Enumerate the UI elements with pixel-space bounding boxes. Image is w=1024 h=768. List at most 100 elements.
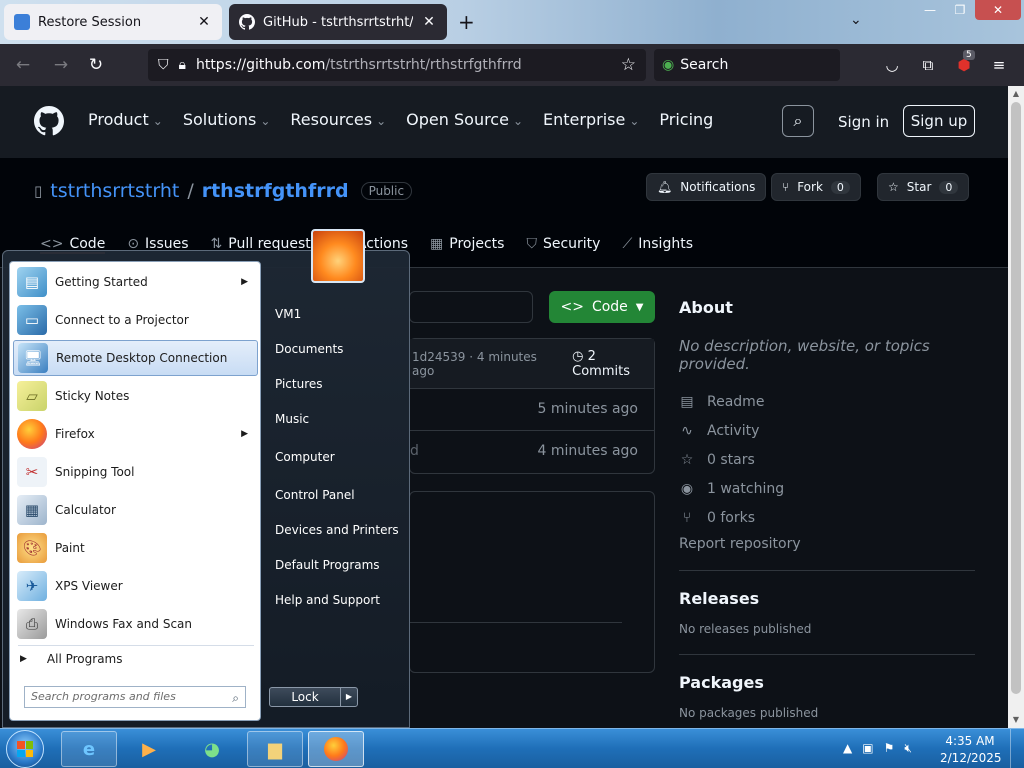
show-hidden-icons-icon[interactable]: ▲ xyxy=(843,741,852,756)
submenu-arrow-icon[interactable]: ▶ xyxy=(241,429,248,439)
watching-link[interactable]: ◉ 1 watching xyxy=(679,474,979,503)
menu-icon[interactable]: ≡ xyxy=(988,54,1010,76)
address-bar[interactable]: ⛉ 🔒︎ https://github.com/tstrthsrrtstrht/… xyxy=(148,49,646,81)
nav-enterprise[interactable]: Enterprise ⌄ xyxy=(543,110,639,129)
forks-link[interactable]: ⑂ 0 forks xyxy=(679,503,979,532)
program-fax-scan[interactable]: ⎙ Windows Fax and Scan xyxy=(13,606,258,642)
nav-product[interactable]: Product ⌄ xyxy=(88,110,163,129)
program-connect-projector[interactable]: ▭ Connect to a Projector xyxy=(13,302,258,338)
go-to-file-input[interactable] xyxy=(409,291,533,323)
program-firefox[interactable]: Firefox ▶ xyxy=(13,416,258,452)
link-documents[interactable]: Documents xyxy=(275,342,343,356)
tab-restore-session[interactable]: Restore Session ✕ xyxy=(4,4,222,40)
nav-pricing[interactable]: Pricing xyxy=(659,110,713,129)
nav-solutions[interactable]: Solutions ⌄ xyxy=(183,110,271,129)
commits-link[interactable]: ◷ 2 Commits xyxy=(572,349,654,379)
forward-icon[interactable]: → xyxy=(50,54,72,76)
url-text[interactable]: https://github.com/tstrthsrrtstrht/rthst… xyxy=(196,57,522,73)
link-default-programs[interactable]: Default Programs xyxy=(275,558,380,572)
notifications-button[interactable]: 🔔︎ Notifications xyxy=(646,173,767,201)
program-getting-started[interactable]: ▤ Getting Started ▶ xyxy=(13,264,258,300)
clock[interactable]: 4:35 AM 2/12/2025 xyxy=(940,733,1002,767)
report-repository-link[interactable]: Report repository xyxy=(679,536,979,552)
volume-muted-icon[interactable]: 🔇︎ xyxy=(904,741,912,756)
code-dropdown-button[interactable]: <> Code ▼ xyxy=(549,291,655,323)
explorer-folder-icon[interactable]: ▆ xyxy=(247,731,303,767)
file-row[interactable]: 5 minutes ago xyxy=(410,389,654,431)
list-all-tabs-icon[interactable]: ⌄ xyxy=(850,12,862,28)
scroll-down-icon[interactable]: ▼ xyxy=(1008,712,1024,728)
about-sidebar: About No description, website, or topics… xyxy=(679,298,979,720)
program-xps-viewer[interactable]: ✈ XPS Viewer xyxy=(13,568,258,604)
new-tab-icon[interactable]: + xyxy=(458,10,475,34)
search-icon[interactable]: ⌕ xyxy=(782,105,814,137)
program-paint[interactable]: 🎨︎ Paint xyxy=(13,530,258,566)
link-user-folder[interactable]: VM1 xyxy=(275,307,301,321)
tab-insights[interactable]: ⟋ Insights xyxy=(622,236,693,254)
internet-explorer-icon[interactable]: e xyxy=(61,731,117,767)
nav-resources[interactable]: Resources ⌄ xyxy=(290,110,386,129)
readme-link[interactable]: ▤ Readme xyxy=(679,387,979,416)
tab-github[interactable]: GitHub - tstrthsrrtstrht/rthstrfgthfrrd … xyxy=(229,4,447,40)
scrollbar-thumb[interactable] xyxy=(1011,102,1021,694)
network-icon[interactable]: ▣ xyxy=(862,741,873,756)
program-calculator[interactable]: ▦ Calculator xyxy=(13,492,258,528)
minimize-icon[interactable]: — xyxy=(915,0,945,20)
extensions-icon[interactable]: ⧉ xyxy=(917,54,939,76)
shield-icon[interactable]: ⛉ xyxy=(158,57,169,73)
program-snipping-tool[interactable]: ✂ Snipping Tool xyxy=(13,454,258,490)
program-label: Paint xyxy=(55,541,85,555)
all-programs-button[interactable]: ▶ All Programs xyxy=(20,652,123,666)
tab-projects[interactable]: ▦ Projects xyxy=(430,236,504,254)
program-remote-desktop[interactable]: 🖥︎ Remote Desktop Connection xyxy=(13,340,258,376)
link-pictures[interactable]: Pictures xyxy=(275,377,323,391)
activity-link[interactable]: ∿ Activity xyxy=(679,416,979,445)
page-scrollbar[interactable]: ▲ ▼ xyxy=(1008,86,1024,728)
program-sticky-notes[interactable]: ▱ Sticky Notes xyxy=(13,378,258,414)
shutdown-options-arrow-icon[interactable]: ▶ xyxy=(340,687,358,707)
program-label: XPS Viewer xyxy=(55,579,123,593)
github-logo-icon[interactable] xyxy=(34,106,64,136)
pocket-icon[interactable]: ◡ xyxy=(881,54,903,76)
link-computer[interactable]: Computer xyxy=(275,450,335,464)
back-icon[interactable]: ← xyxy=(12,54,34,76)
repo-name-link[interactable]: rthstrfgthfrrd xyxy=(202,180,349,202)
link-help-support[interactable]: Help and Support xyxy=(275,593,380,607)
tab-security[interactable]: ⛉ Security xyxy=(526,236,600,254)
close-icon[interactable]: ✕ xyxy=(421,14,437,30)
releases-heading[interactable]: Releases xyxy=(679,589,979,608)
repo-title: ▯ tstrthsrrtstrht / rthstrfgthfrrd Publi… xyxy=(34,180,413,202)
link-devices-printers[interactable]: Devices and Printers xyxy=(275,523,399,537)
star-button[interactable]: ☆ Star 0 xyxy=(877,173,970,201)
start-search-input[interactable]: Search programs and files ⌕ xyxy=(24,686,246,708)
search-bar[interactable]: ◉ Search xyxy=(654,49,840,81)
windows-live-icon[interactable]: ◕ xyxy=(184,731,240,767)
lock-icon[interactable]: 🔒︎ xyxy=(179,57,186,73)
bookmark-star-icon[interactable]: ☆ xyxy=(621,55,636,75)
sign-up-button[interactable]: Sign up xyxy=(903,105,975,137)
repo-owner-link[interactable]: tstrthsrrtstrht xyxy=(50,180,179,202)
action-center-flag-icon[interactable]: ⚑ xyxy=(884,741,895,756)
file-row[interactable]: d 4 minutes ago xyxy=(410,431,654,473)
scroll-up-icon[interactable]: ▲ xyxy=(1008,86,1024,102)
submenu-arrow-icon[interactable]: ▶ xyxy=(241,277,248,287)
lock-button[interactable]: Lock xyxy=(269,687,341,707)
commit-hash[interactable]: 1d24539 · 4 minutes ago xyxy=(412,350,556,378)
reload-icon[interactable]: ↻ xyxy=(85,54,107,76)
user-account-picture[interactable] xyxy=(311,229,365,283)
fork-button[interactable]: ⑂ Fork 0 xyxy=(771,173,861,201)
link-control-panel[interactable]: Control Panel xyxy=(275,488,355,502)
sign-in-link[interactable]: Sign in xyxy=(838,113,889,131)
stars-link[interactable]: ☆ 0 stars xyxy=(679,445,979,474)
nav-open-source[interactable]: Open Source ⌄ xyxy=(406,110,523,129)
show-desktop-button[interactable] xyxy=(1010,729,1024,768)
close-icon[interactable]: ✕ xyxy=(196,14,212,30)
start-button[interactable] xyxy=(6,730,44,768)
magnifier-icon[interactable]: ⌕ xyxy=(232,688,239,708)
window-close-icon[interactable]: ✕ xyxy=(975,0,1021,20)
link-music[interactable]: Music xyxy=(275,412,309,426)
media-player-icon[interactable]: ▶ xyxy=(121,731,177,767)
firefox-taskbar-button[interactable] xyxy=(308,731,364,767)
packages-heading[interactable]: Packages xyxy=(679,673,979,692)
restore-icon[interactable]: ❐ xyxy=(945,0,975,20)
